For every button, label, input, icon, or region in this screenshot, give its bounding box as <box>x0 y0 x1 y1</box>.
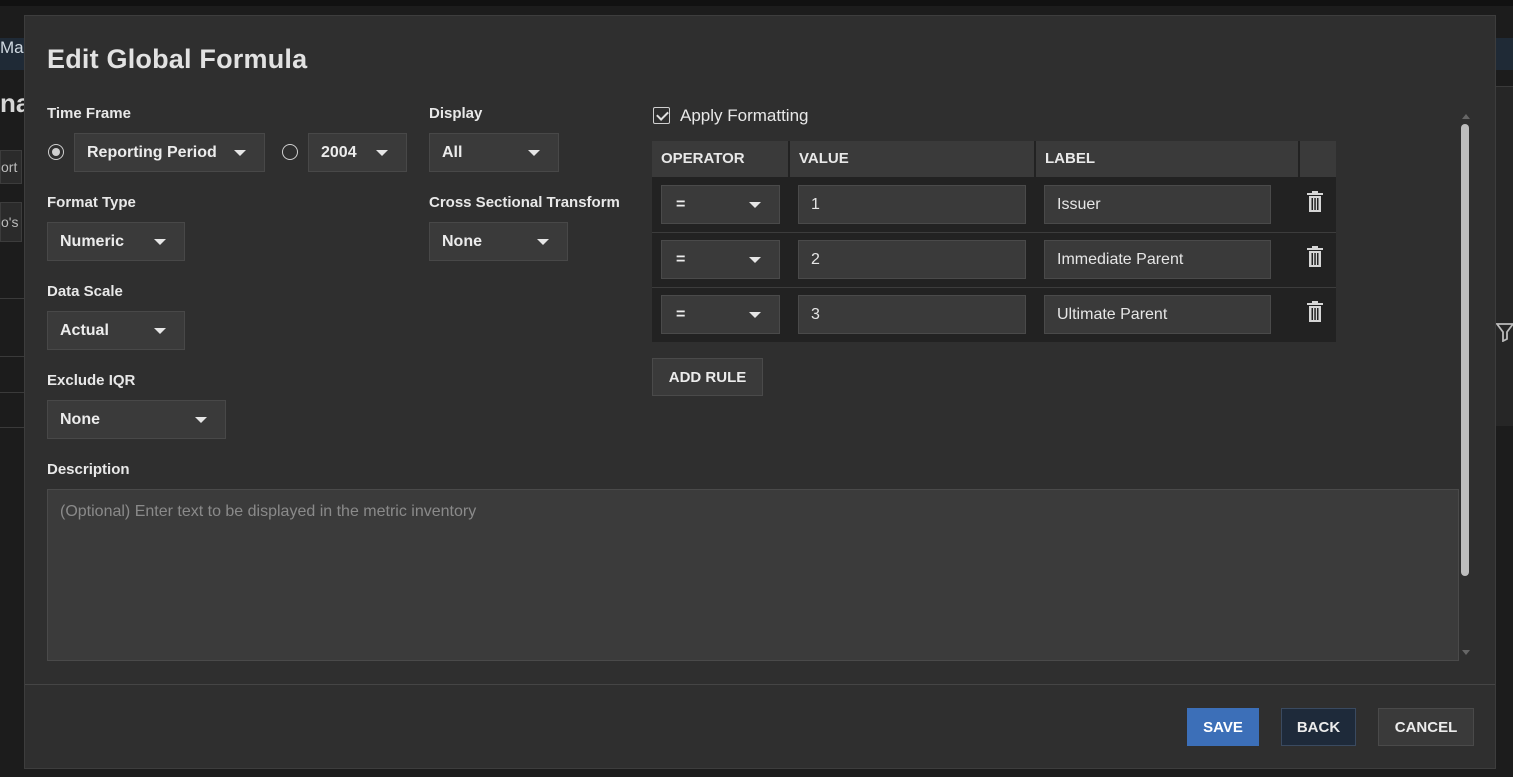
display-label: Display <box>429 105 483 122</box>
column-header-value: VALUE <box>790 141 1034 177</box>
time-frame-reporting-period-radio[interactable] <box>48 144 64 160</box>
exclude-iqr-dropdown[interactable]: None <box>47 400 226 439</box>
chevron-down-icon <box>195 417 207 423</box>
column-header-operator: OPERATOR <box>652 141 788 177</box>
rule-1-operator-value: = <box>676 196 686 213</box>
chevron-down-icon <box>528 150 540 156</box>
rule-2-label-input[interactable]: Immediate Parent <box>1044 240 1271 279</box>
dialog-title: Edit Global Formula <box>47 44 308 74</box>
data-scale-dropdown[interactable]: Actual <box>47 311 185 350</box>
time-frame-year-radio[interactable] <box>282 144 298 160</box>
app-nav-text: Ma <box>0 38 24 57</box>
rule-1-delete-trash-icon[interactable] <box>1306 191 1324 213</box>
apply-formatting-checkbox[interactable] <box>653 107 670 124</box>
app-panel-right <box>1496 86 1513 426</box>
exclude-iqr-value: None <box>60 410 100 428</box>
year-dropdown[interactable]: 2004 <box>308 133 407 172</box>
chevron-down-icon <box>537 239 549 245</box>
footer-divider <box>25 684 1495 685</box>
rule-2-operator-value: = <box>676 251 686 268</box>
chevron-down-icon <box>154 328 166 334</box>
chevron-down-icon <box>234 150 246 156</box>
rule-3-delete-trash-icon[interactable] <box>1306 301 1324 323</box>
rule-1-label-input[interactable]: Issuer <box>1044 185 1271 224</box>
display-dropdown[interactable]: All <box>429 133 559 172</box>
chevron-down-icon <box>376 150 388 156</box>
data-scale-value: Actual <box>60 321 109 339</box>
column-header-actions <box>1300 141 1336 177</box>
format-type-label: Format Type <box>47 194 136 211</box>
edit-global-formula-dialog: Edit Global Formula Time Frame Reporting… <box>24 15 1496 769</box>
filter-icon <box>1495 322 1513 347</box>
app-top-bar <box>0 0 1513 6</box>
save-button[interactable]: SAVE <box>1187 708 1259 746</box>
year-value: 2004 <box>321 143 357 161</box>
data-scale-label: Data Scale <box>47 283 123 300</box>
reporting-period-dropdown[interactable]: Reporting Period <box>74 133 265 172</box>
cancel-button[interactable]: CANCEL <box>1378 708 1474 746</box>
time-frame-label: Time Frame <box>47 105 131 122</box>
rule-1-value-input[interactable]: 1 <box>798 185 1026 224</box>
apply-formatting-label: Apply Formatting <box>680 106 809 125</box>
description-label: Description <box>47 461 130 478</box>
rule-2-delete-trash-icon[interactable] <box>1306 246 1324 268</box>
row-divider <box>652 287 1336 288</box>
app-divider <box>0 392 24 393</box>
app-divider <box>0 298 24 299</box>
app-field: ort <box>0 150 22 184</box>
back-button[interactable]: BACK <box>1281 708 1356 746</box>
cross-sectional-transform-label: Cross Sectional Transform <box>429 194 620 211</box>
reporting-period-value: Reporting Period <box>87 143 217 161</box>
rule-3-value-input[interactable]: 3 <box>798 295 1026 334</box>
formatting-rules-table: OPERATOR VALUE LABEL = 1 Issuer = 2 Imme… <box>652 141 1336 342</box>
description-textarea[interactable]: (Optional) Enter text to be displayed in… <box>47 489 1459 661</box>
display-value: All <box>442 143 463 161</box>
add-rule-button[interactable]: ADD RULE <box>652 358 763 396</box>
scroll-up-arrow-icon[interactable] <box>1462 114 1470 119</box>
rule-2-operator-dropdown[interactable]: = <box>661 240 780 279</box>
rule-3-operator-value: = <box>676 306 686 323</box>
chevron-down-icon <box>154 239 166 245</box>
chevron-down-icon <box>749 257 761 263</box>
chevron-down-icon <box>749 202 761 208</box>
app-divider <box>0 356 24 357</box>
format-type-value: Numeric <box>60 232 125 250</box>
scroll-down-arrow-icon[interactable] <box>1462 650 1470 655</box>
exclude-iqr-label: Exclude IQR <box>47 372 136 389</box>
cross-sectional-transform-value: None <box>442 232 482 250</box>
scrollbar-thumb[interactable] <box>1461 124 1469 576</box>
cross-sectional-transform-dropdown[interactable]: None <box>429 222 568 261</box>
rule-3-operator-dropdown[interactable]: = <box>661 295 780 334</box>
column-header-label: LABEL <box>1036 141 1298 177</box>
app-divider <box>0 427 24 428</box>
app-nav-strip-right <box>1496 38 1513 70</box>
app-field: o's <box>0 202 22 242</box>
rule-1-operator-dropdown[interactable]: = <box>661 185 780 224</box>
rule-2-value-input[interactable]: 2 <box>798 240 1026 279</box>
rule-3-label-input[interactable]: Ultimate Parent <box>1044 295 1271 334</box>
chevron-down-icon <box>749 312 761 318</box>
row-divider <box>652 232 1336 233</box>
format-type-dropdown[interactable]: Numeric <box>47 222 185 261</box>
